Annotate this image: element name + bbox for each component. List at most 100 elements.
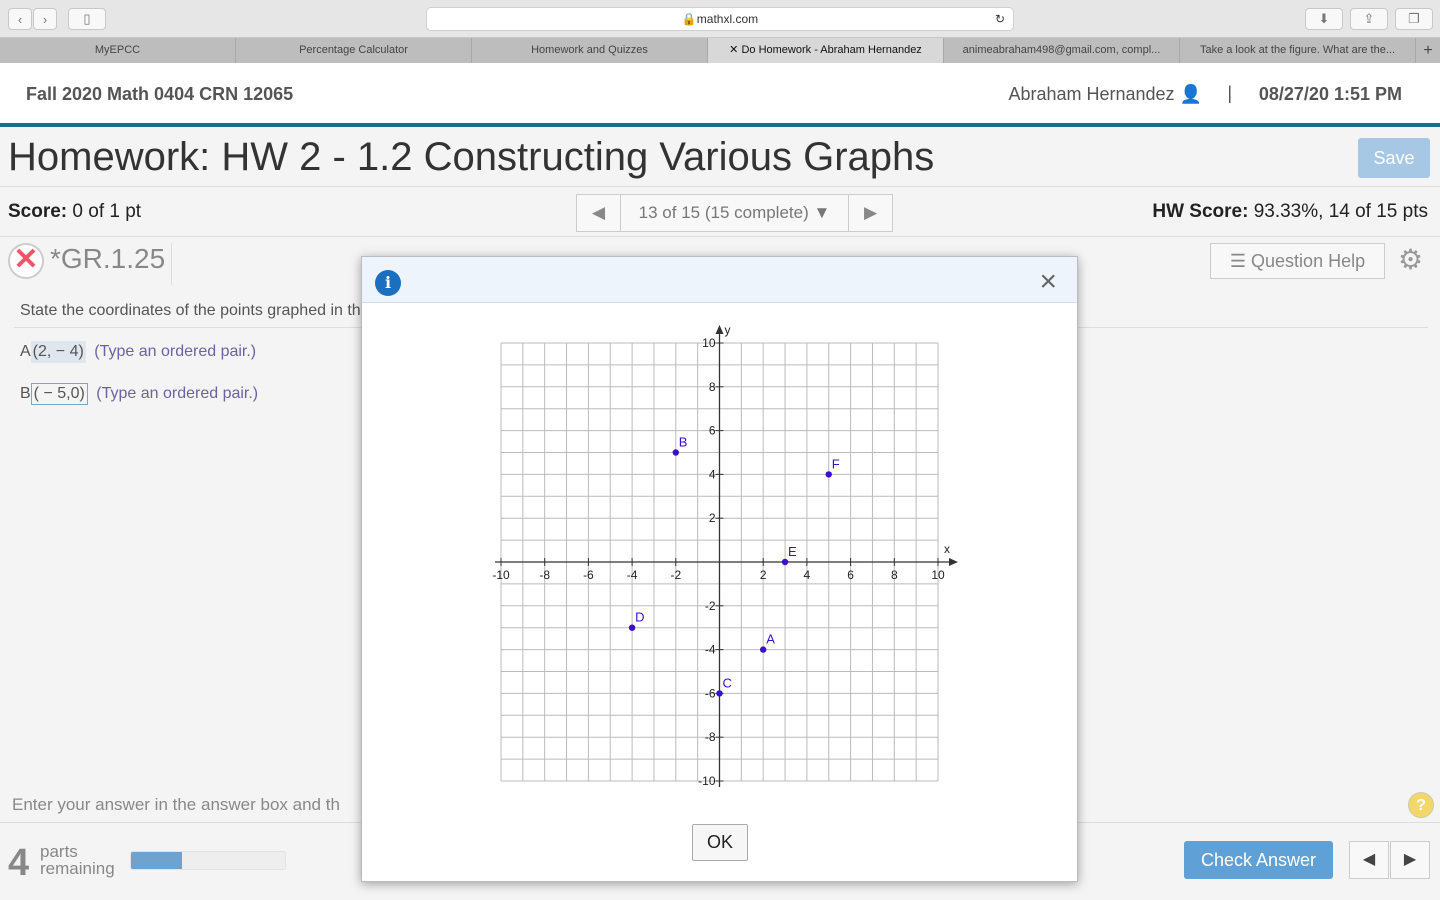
- x-tick-label: 6: [847, 568, 854, 582]
- answer-a: A (2, − 4) (Type an ordered pair.): [20, 341, 256, 363]
- tabs-overview-icon[interactable]: ❐: [1395, 8, 1433, 30]
- parts-count: 4: [8, 842, 30, 884]
- answer-label: B: [20, 385, 31, 402]
- score-value: 0 of 1 pt: [72, 201, 142, 222]
- x-tick-label: 10: [931, 568, 945, 582]
- tab-close-icon[interactable]: ✕: [729, 44, 741, 56]
- y-tick-label: 8: [709, 380, 716, 394]
- point-E: [781, 558, 789, 566]
- hw-score-value: 93.33%, 14 of 15 pts: [1253, 201, 1428, 222]
- course-header: Fall 2020 Math 0404 CRN 12065 Abraham He…: [0, 63, 1440, 127]
- user-name[interactable]: Abraham Hernandez 👤: [1008, 84, 1202, 105]
- prev-button[interactable]: ◀: [1349, 841, 1389, 879]
- tab-active[interactable]: ✕ Do Homework - Abraham Hernandez: [708, 38, 944, 63]
- y-axis-arrow: [715, 325, 724, 334]
- gear-icon[interactable]: ⚙: [1398, 243, 1423, 276]
- tab[interactable]: Take a look at the figure. What are the.…: [1180, 38, 1416, 63]
- x-axis-label: x: [944, 542, 950, 556]
- answer-hint: (Type an ordered pair.): [94, 343, 257, 360]
- datetime: 08/27/20 1:51 PM: [1258, 84, 1402, 104]
- download-icon[interactable]: ⬇: [1305, 8, 1343, 30]
- share-icon[interactable]: ⇪: [1350, 8, 1388, 30]
- point-label: D: [635, 610, 644, 625]
- parts-label-1: parts: [40, 842, 78, 861]
- progress-fill: [131, 852, 182, 869]
- y-tick-label: -8: [705, 730, 716, 744]
- question-position: 13 of 15 (15 complete): [638, 203, 809, 222]
- question-select[interactable]: 13 of 15 (15 complete) ▼: [620, 195, 849, 231]
- y-tick-label: -6: [705, 686, 716, 700]
- url-bar[interactable]: 🔒mathxl.com ↻: [426, 7, 1014, 31]
- answer-input[interactable]: (2, − 4): [30, 341, 86, 363]
- tab-label: Do Homework - Abraham Hernandez: [741, 44, 922, 56]
- sidebar-icon[interactable]: ▯: [68, 8, 106, 30]
- next-question-button[interactable]: ▶: [849, 195, 892, 231]
- point-label: F: [832, 456, 840, 471]
- user-icon: 👤: [1179, 84, 1202, 104]
- dialog-header: i ×: [362, 257, 1077, 303]
- y-tick-label: 6: [709, 424, 716, 438]
- check-answer-button[interactable]: Check Answer: [1184, 841, 1333, 879]
- y-tick-label: -10: [698, 774, 716, 788]
- answer-hint: (Type an ordered pair.): [96, 385, 259, 402]
- user-name-text: Abraham Hernandez: [1008, 84, 1175, 104]
- course-name: Fall 2020 Math 0404 CRN 12065: [26, 84, 294, 104]
- score-label: Score:: [8, 201, 68, 222]
- score-bar: Score: 0 of 1 pt ◀ 13 of 15 (15 complete…: [0, 187, 1440, 237]
- page-title: Homework: HW 2 - 1.2 Constructing Variou…: [8, 135, 935, 179]
- instructions: Enter your answer in the answer box and …: [12, 795, 340, 814]
- title-bar: Homework: HW 2 - 1.2 Constructing Variou…: [0, 127, 1440, 187]
- point-B: [672, 449, 679, 456]
- graph-dialog: i × x y -10 -8 -6 -4 -2 2 4 6 8 10 10 8 6 4 2 -2 -4 -6 -8 -10…: [361, 256, 1078, 882]
- info-icon: i: [375, 270, 401, 296]
- score: Score: 0 of 1 pt: [8, 201, 141, 223]
- tab[interactable]: Percentage Calculator: [236, 38, 472, 63]
- hw-score: HW Score: 93.33%, 14 of 15 pts: [1152, 201, 1428, 223]
- x-tick-label: -6: [583, 568, 594, 582]
- point-D: [628, 624, 636, 631]
- y-axis-label: y: [725, 323, 731, 337]
- answer-input[interactable]: ( − 5,0): [30, 383, 88, 405]
- browser-toolbar: ‹ › ▯ 🔒mathxl.com ↻ ⬇ ⇪ ❐: [0, 0, 1440, 38]
- coordinate-graph: x y -10 -8 -6 -4 -2 2 4 6 8 10 10 8 6 4 2 -2 -4 -6 -8 -10 A B C D…: [492, 323, 958, 788]
- y-tick-label: 10: [702, 336, 716, 350]
- save-button[interactable]: Save: [1358, 138, 1430, 178]
- hw-score-label: HW Score:: [1152, 201, 1249, 222]
- tab-bar: MyEPCC Percentage Calculator Homework an…: [0, 38, 1440, 63]
- parts-progress-bar: [130, 851, 286, 870]
- x-tick-label: -8: [539, 568, 550, 582]
- question-help-button[interactable]: ☰ Question Help: [1210, 243, 1385, 279]
- prev-question-button[interactable]: ◀: [577, 195, 620, 231]
- close-icon[interactable]: ×: [1039, 265, 1057, 299]
- point-label: C: [723, 675, 732, 690]
- point-label: A: [766, 632, 775, 647]
- url-text: mathxl.com: [696, 12, 759, 26]
- point-C: [716, 690, 723, 697]
- point-F: [825, 471, 832, 478]
- question-prompt: State the coordinates of the points grap…: [20, 302, 361, 319]
- next-button[interactable]: ▶: [1390, 841, 1430, 879]
- x-axis-arrow: [949, 558, 958, 566]
- back-button[interactable]: ‹: [8, 8, 32, 30]
- parts-label-2: remaining: [40, 859, 115, 878]
- help-icon[interactable]: ?: [1408, 792, 1434, 818]
- new-tab-button[interactable]: +: [1416, 38, 1440, 63]
- reload-icon[interactable]: ↻: [995, 8, 1005, 30]
- x-tick-label: -4: [627, 568, 638, 582]
- question-help-label: Question Help: [1251, 251, 1366, 271]
- tab[interactable]: MyEPCC: [0, 38, 236, 63]
- y-tick-label: 4: [709, 467, 716, 481]
- answer-b: B( − 5,0) (Type an ordered pair.): [20, 383, 258, 405]
- separator: |: [1227, 83, 1232, 103]
- x-tick-label: 2: [760, 568, 767, 582]
- incorrect-icon: ✕: [8, 243, 44, 279]
- x-tick-label: 8: [891, 568, 898, 582]
- tab[interactable]: Homework and Quizzes: [472, 38, 708, 63]
- x-tick-label: -10: [492, 568, 510, 582]
- point-A: [760, 646, 767, 653]
- parts-label: parts remaining: [40, 843, 115, 877]
- tab[interactable]: animeabraham498@gmail.com, compl...: [944, 38, 1180, 63]
- ok-button[interactable]: OK: [692, 824, 748, 861]
- y-tick-label: -2: [705, 599, 716, 613]
- forward-button[interactable]: ›: [33, 8, 57, 30]
